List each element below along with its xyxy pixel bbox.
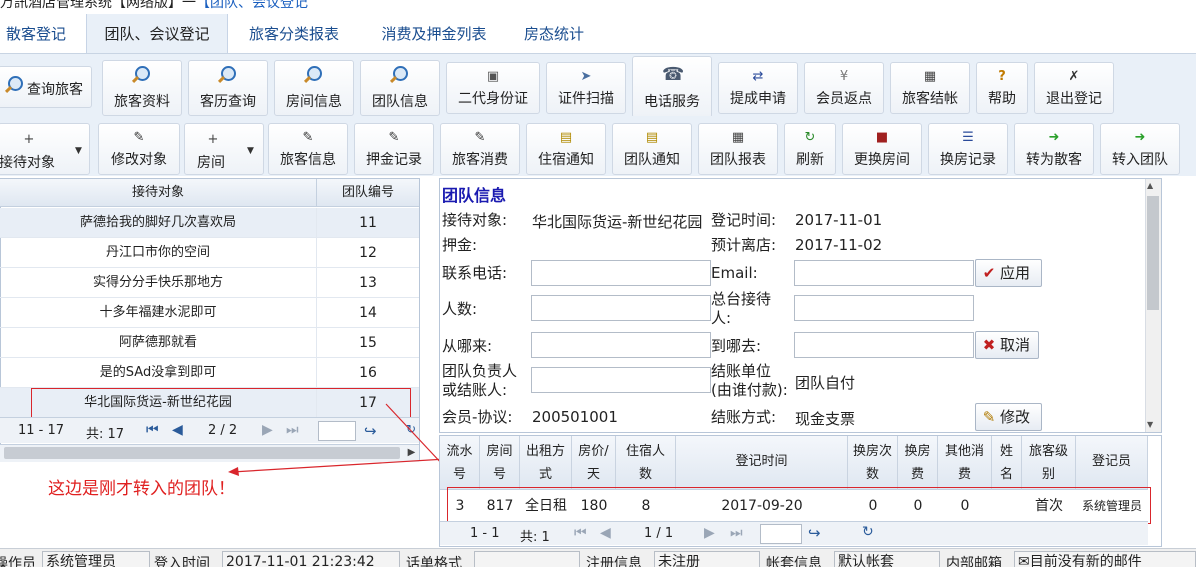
room-table-pager: 1 - 1 共: 1 ⏮ ◀ 1 / 1 ▶ ⏭ ↪ ↻: [440, 521, 1148, 545]
account-set-value: 默认帐套: [834, 551, 940, 567]
column-header-room-rate[interactable]: 房价/天: [572, 436, 616, 490]
room-table-header: 流水号 房间号 出租方式 房价/天 住宿人数 登记时间 换房次数 换房费 其他消…: [440, 436, 1148, 490]
login-time-value: 2017-11-01 21:23:42: [222, 551, 400, 567]
column-header-serial[interactable]: 流水号: [440, 436, 480, 490]
email-input[interactable]: [794, 260, 974, 286]
registration-info-value: 未注册: [654, 551, 760, 567]
column-header-room-change-fee[interactable]: 换房费: [898, 436, 938, 490]
column-header-name[interactable]: 姓名: [992, 436, 1022, 490]
to-label: 到哪去:: [711, 337, 762, 355]
phone-input[interactable]: [531, 260, 711, 286]
operator-label: 操作员: [0, 556, 36, 567]
column-header-room-number[interactable]: 房间号: [480, 436, 520, 490]
scroll-up-icon[interactable]: ▲: [1147, 181, 1153, 190]
last-page-icon[interactable]: ⏭: [730, 525, 743, 541]
bill-format-value: [474, 551, 580, 567]
reception-value: 华北国际货运-新世纪花园: [532, 213, 703, 231]
member-agreement-value: 200501001: [532, 408, 618, 426]
payer-unit-value: 团队自付: [795, 374, 856, 392]
next-page-icon[interactable]: ▶: [704, 525, 715, 541]
checkin-time-label: 登记时间:: [711, 211, 777, 229]
people-count-input[interactable]: [531, 295, 711, 321]
member-agreement-label: 会员-协议:: [442, 408, 513, 426]
column-header-guest-level[interactable]: 旅客级别: [1022, 436, 1076, 490]
front-desk-input[interactable]: [794, 295, 974, 321]
annotation-arrow-to-note: [231, 458, 447, 473]
edit-button[interactable]: ✎ 修改: [975, 403, 1042, 431]
cancel-button[interactable]: ✖ 取消: [975, 331, 1039, 359]
first-page-icon[interactable]: ⏮: [574, 525, 587, 541]
email-label: Email:: [711, 264, 758, 282]
expected-departure-label: 预计离店:: [711, 236, 777, 254]
internal-mail-value: ✉目前没有新的邮件: [1014, 551, 1196, 567]
internal-mail-label: 内部邮箱: [946, 556, 1002, 567]
check-icon: ✔: [982, 264, 996, 282]
scroll-down-icon[interactable]: ▼: [1147, 420, 1153, 429]
registration-info-label: 注册信息: [586, 556, 642, 567]
team-leader-label: 团队负责人 或结账人:: [442, 362, 518, 399]
phone-label: 联系电话:: [442, 264, 508, 282]
team-leader-input[interactable]: [531, 367, 711, 393]
column-header-registrar[interactable]: 登记员: [1076, 436, 1148, 490]
checkin-time-value: 2017-11-01: [795, 211, 883, 229]
highlight-box-room-row: [447, 487, 1151, 524]
deposit-label: 押金:: [442, 236, 478, 254]
close-icon: ✖: [982, 336, 996, 354]
column-header-other-charges[interactable]: 其他消费: [938, 436, 992, 490]
payment-method-label: 结账方式:: [711, 408, 777, 426]
column-header-rent-mode[interactable]: 出租方式: [520, 436, 572, 490]
pager-range: 1 - 1: [470, 526, 500, 541]
from-input[interactable]: [531, 332, 711, 358]
panel-title: 团队信息: [442, 186, 507, 205]
column-header-checkin-time[interactable]: 登记时间: [676, 436, 848, 490]
people-count-label: 人数:: [442, 300, 478, 318]
to-input[interactable]: [794, 332, 974, 358]
apply-button[interactable]: ✔ 应用: [975, 259, 1042, 287]
annotation-note: 这边是刚才转入的团队！: [48, 479, 235, 499]
reception-label: 接待对象:: [442, 211, 508, 229]
go-page-icon[interactable]: ↪: [808, 524, 821, 542]
page-jump-input[interactable]: [760, 524, 802, 544]
payer-unit-label: 结账单位 (由谁付款):: [711, 362, 788, 399]
operator-value: 系统管理员: [42, 551, 150, 567]
prev-page-icon[interactable]: ◀: [600, 525, 611, 541]
scrollbar-thumb[interactable]: [1147, 196, 1159, 310]
pager-page: 1 / 1: [644, 526, 674, 541]
login-time-label: 登入时间: [154, 556, 210, 567]
account-set-label: 帐套信息: [766, 556, 822, 567]
bill-format-label: 话单格式: [406, 556, 462, 567]
column-header-room-changes[interactable]: 换房次数: [848, 436, 898, 490]
payment-method-value: 现金支票: [795, 410, 856, 428]
pager-total: 共: 1: [520, 530, 550, 545]
from-label: 从哪来:: [442, 337, 493, 355]
expected-departure-value: 2017-11-02: [795, 236, 883, 254]
column-header-occupants[interactable]: 住宿人数: [616, 436, 676, 490]
refresh-icon[interactable]: ↻: [862, 524, 874, 540]
mail-icon: ✉: [1018, 554, 1030, 567]
front-desk-label: 总台接待 人:: [711, 290, 772, 327]
edit-icon: ✎: [982, 408, 996, 426]
